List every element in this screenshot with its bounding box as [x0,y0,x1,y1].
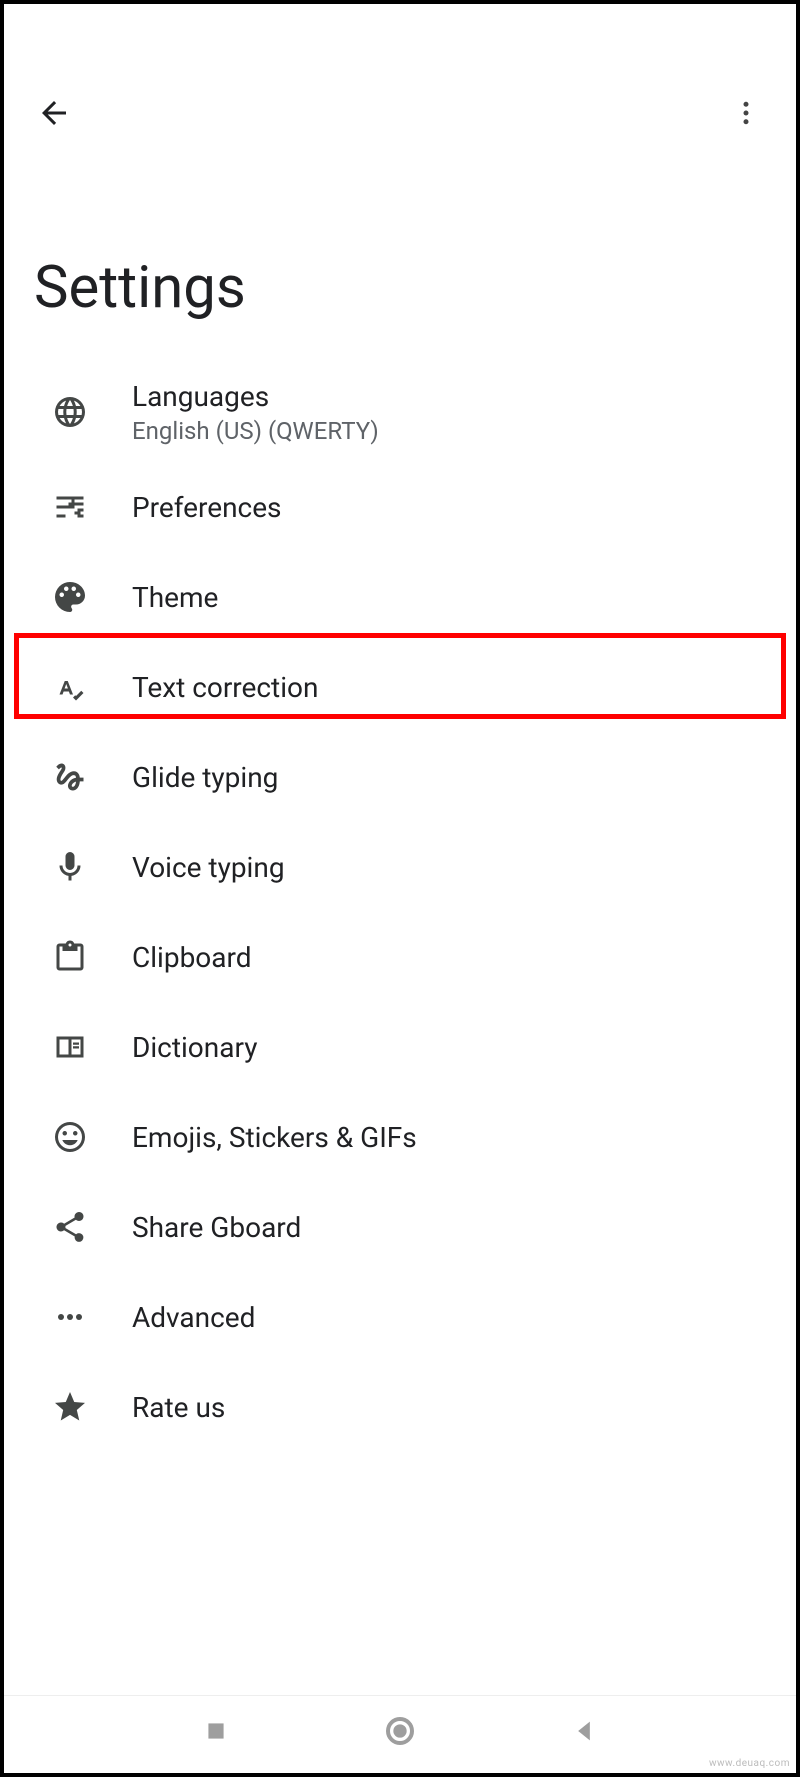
app-bar [4,4,796,194]
settings-item-share[interactable]: Share Gboard [4,1182,796,1272]
share-icon [52,1209,132,1245]
arrow-back-icon [36,95,72,131]
item-label: Text correction [132,671,318,704]
settings-item-dictionary[interactable]: Dictionary [4,1002,796,1092]
item-label: Dictionary [132,1031,257,1064]
item-label: Emojis, Stickers & GIFs [132,1121,417,1154]
android-nav-bar [4,1695,796,1765]
circle-icon [384,1715,416,1747]
dots-icon [52,1299,132,1335]
square-icon [203,1718,229,1744]
book-icon [52,1029,132,1065]
item-subtitle: English (US) (QWERTY) [132,417,379,445]
item-label: Glide typing [132,761,278,794]
settings-item-glide-typing[interactable]: Glide typing [4,732,796,822]
settings-item-voice-typing[interactable]: Voice typing [4,822,796,912]
settings-item-emojis[interactable]: Emojis, Stickers & GIFs [4,1092,796,1182]
settings-item-languages[interactable]: Languages English (US) (QWERTY) [4,362,796,462]
settings-item-text-correction[interactable]: Text correction [4,642,796,732]
nav-recent-button[interactable] [196,1711,236,1751]
settings-item-clipboard[interactable]: Clipboard [4,912,796,1002]
palette-icon [52,579,132,615]
watermark: www.deuaq.com [709,1758,790,1769]
back-button[interactable] [34,93,74,133]
settings-item-preferences[interactable]: Preferences [4,462,796,552]
item-label: Clipboard [132,941,252,974]
globe-icon [52,394,132,430]
more-vert-icon [731,98,761,128]
emoji-icon [52,1119,132,1155]
settings-item-theme[interactable]: Theme [4,552,796,642]
item-label: Rate us [132,1391,225,1424]
item-label: Share Gboard [132,1211,301,1244]
item-label: Preferences [132,491,282,524]
text-correction-icon [52,669,132,705]
item-label: Advanced [132,1301,255,1334]
gesture-icon [52,759,132,795]
triangle-back-icon [570,1717,598,1745]
settings-item-advanced[interactable]: Advanced [4,1272,796,1362]
nav-home-button[interactable] [380,1711,420,1751]
settings-list: Languages English (US) (QWERTY) Preferen… [4,362,796,1452]
item-label: Voice typing [132,851,285,884]
page-title: Settings [4,254,796,322]
clipboard-icon [52,939,132,975]
item-label: Languages [132,380,379,413]
mic-icon [52,849,132,885]
star-icon [52,1389,132,1425]
more-options-button[interactable] [726,93,766,133]
nav-back-button[interactable] [564,1711,604,1751]
settings-item-rate-us[interactable]: Rate us [4,1362,796,1452]
item-label: Theme [132,581,218,614]
sliders-icon [52,489,132,525]
